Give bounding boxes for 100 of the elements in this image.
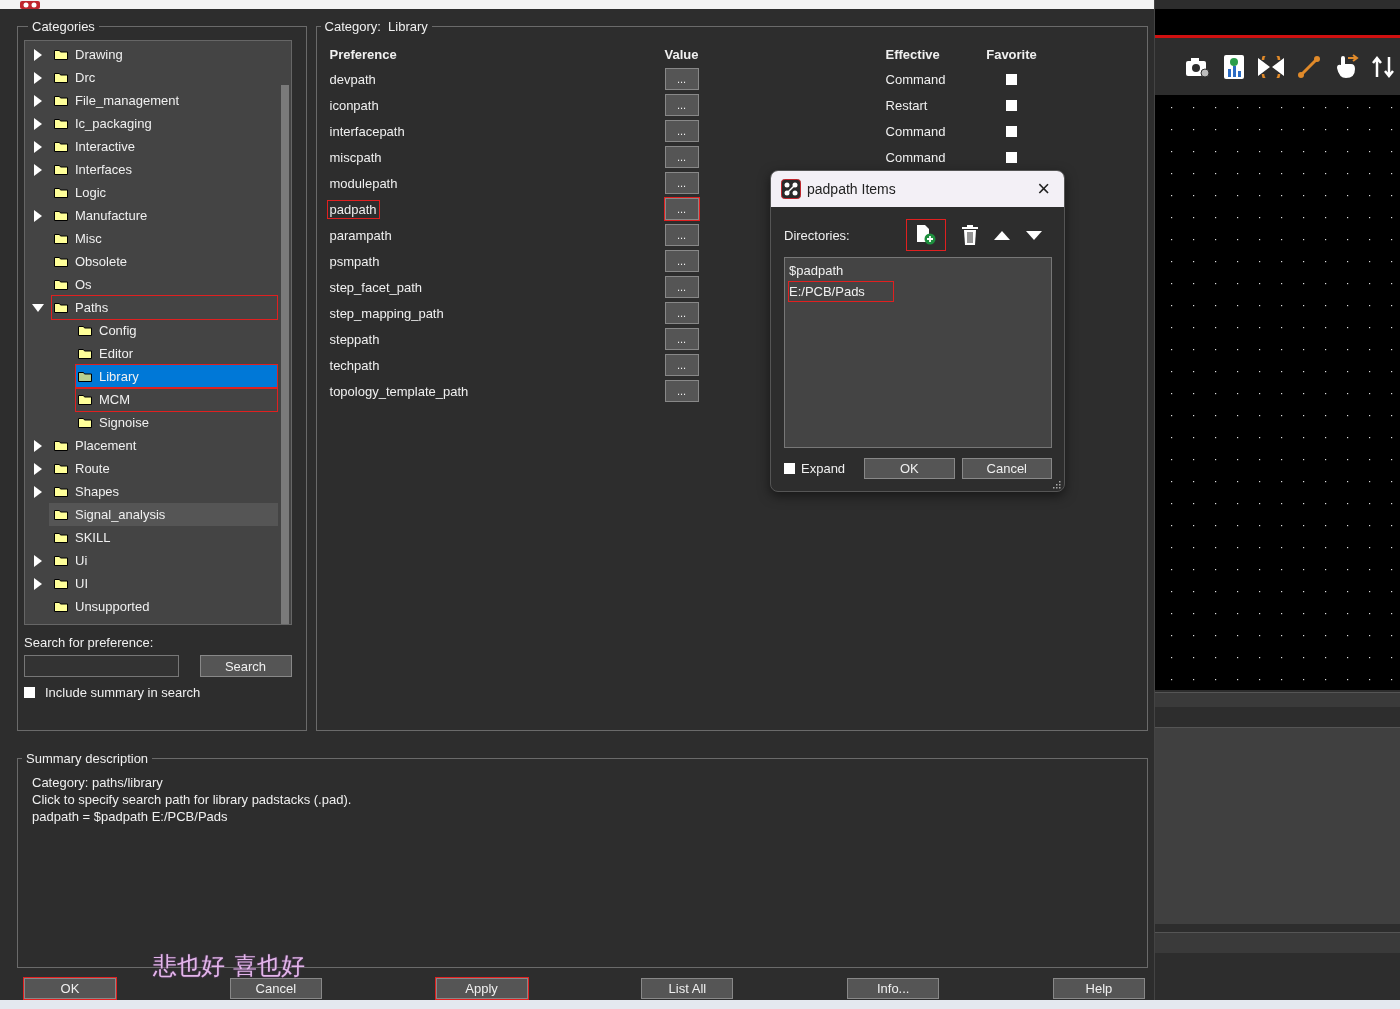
search-field[interactable] xyxy=(24,655,179,677)
preference-name: padpath xyxy=(326,199,380,219)
arrow-icon[interactable] xyxy=(32,439,44,452)
tree-item[interactable]: Signal_analysis xyxy=(51,502,278,527)
checkbox-label: Expand xyxy=(801,461,846,476)
arrow-icon[interactable] xyxy=(32,117,44,130)
tree-item[interactable]: Drawing xyxy=(51,42,278,67)
arrow-icon[interactable] xyxy=(32,140,44,153)
folder-icon xyxy=(78,394,92,405)
swap-icon[interactable] xyxy=(1257,55,1285,78)
move-up-icon[interactable] xyxy=(994,230,1010,240)
tree-item[interactable]: Drc xyxy=(51,65,278,90)
arrow-icon[interactable] xyxy=(32,48,44,61)
camera-icon[interactable] xyxy=(1185,55,1211,78)
tree-item[interactable]: Misc xyxy=(51,226,278,251)
folder-icon xyxy=(54,440,68,451)
browse-button[interactable]: ... xyxy=(664,68,699,90)
tree-item[interactable]: File_management xyxy=(51,88,278,113)
tree-item[interactable]: Os xyxy=(51,272,278,297)
new-file-icon[interactable] xyxy=(915,224,937,246)
delete-icon[interactable] xyxy=(962,225,978,245)
folder-icon xyxy=(54,141,68,152)
browse-button[interactable]: ... xyxy=(664,276,699,298)
arrow-icon[interactable] xyxy=(32,485,44,498)
tree-item[interactable]: UI xyxy=(51,571,278,596)
favorite-checkbox[interactable] xyxy=(1006,125,1017,137)
flip-arrows-icon[interactable] xyxy=(1371,55,1395,78)
tree-item[interactable]: Manufacture xyxy=(51,203,278,228)
browse-button[interactable]: ... xyxy=(664,354,699,376)
tree-item[interactable]: Placement xyxy=(51,433,278,458)
browse-button[interactable]: ... xyxy=(664,380,699,402)
tree-item[interactable]: Route xyxy=(51,456,278,481)
column-header: Effective xyxy=(885,46,941,62)
tree-item[interactable]: Logic xyxy=(51,180,278,205)
favorite-checkbox[interactable] xyxy=(1006,99,1017,111)
tree-item[interactable]: Obsolete xyxy=(51,249,278,274)
checkbox-label: Include summary in search xyxy=(45,685,201,700)
folder-icon xyxy=(54,463,68,474)
dialog-button[interactable]: OK xyxy=(24,978,116,999)
arrow-icon[interactable] xyxy=(32,94,44,107)
tree-item[interactable]: Signoise xyxy=(75,410,278,435)
browse-button[interactable]: ... xyxy=(664,198,699,220)
browse-button[interactable]: ... xyxy=(664,224,699,246)
effective-cell: Command xyxy=(885,123,946,139)
dialog-button[interactable]: Apply xyxy=(435,978,528,999)
browse-button[interactable]: ... xyxy=(664,120,699,142)
checkbox[interactable] xyxy=(784,463,795,474)
folder-icon xyxy=(54,95,68,106)
tree-item[interactable]: Ui xyxy=(51,548,278,573)
favorite-checkbox[interactable] xyxy=(1006,151,1017,163)
dialog-button[interactable]: List All xyxy=(641,978,734,999)
tree-item[interactable]: SKILL xyxy=(51,525,278,550)
dialog-button[interactable]: Info... xyxy=(847,978,940,999)
arrow-icon[interactable] xyxy=(32,209,44,222)
browse-button[interactable]: ... xyxy=(664,146,699,168)
move-down-icon[interactable] xyxy=(1026,230,1042,240)
arrow-icon[interactable] xyxy=(32,301,44,314)
folder-icon xyxy=(54,601,68,612)
dialog-button[interactable]: OK xyxy=(864,458,955,479)
folder-icon xyxy=(54,210,68,221)
arrow-icon[interactable] xyxy=(32,554,44,567)
tree-item[interactable]: Editor xyxy=(75,341,278,366)
arrow-icon[interactable] xyxy=(32,577,44,590)
search-button[interactable]: Search xyxy=(199,655,292,677)
tree-item[interactable]: Ic_packaging xyxy=(51,111,278,136)
route-icon[interactable] xyxy=(1297,54,1321,79)
folder-icon xyxy=(54,302,68,313)
resize-grip-icon[interactable] xyxy=(1053,481,1061,489)
arrow-icon[interactable] xyxy=(32,71,44,84)
tree-item[interactable]: Unsupported xyxy=(51,594,278,619)
list-item[interactable]: $padpath xyxy=(788,260,873,281)
tree-item[interactable]: Shapes xyxy=(51,479,278,504)
browse-button[interactable]: ... xyxy=(664,172,699,194)
list-item[interactable]: E:/PCB/Pads xyxy=(788,281,894,302)
tree-item[interactable]: Interfaces xyxy=(51,157,278,182)
checkbox[interactable] xyxy=(24,687,35,698)
effective-cell: Command xyxy=(885,149,946,165)
dialog-button[interactable]: Cancel xyxy=(961,458,1052,479)
browse-button[interactable]: ... xyxy=(664,250,699,272)
browse-button[interactable]: ... xyxy=(664,328,699,350)
dialog-button[interactable]: Cancel xyxy=(229,978,322,999)
tree-item[interactable]: Interactive xyxy=(51,134,278,159)
app-icon xyxy=(781,179,801,199)
tree-item[interactable]: MCM xyxy=(75,387,278,412)
folder-icon xyxy=(54,164,68,175)
tree-item[interactable]: Paths xyxy=(51,295,278,320)
dialog-button[interactable]: Help xyxy=(1053,978,1145,999)
report-icon[interactable] xyxy=(1223,53,1245,80)
column-header: Favorite xyxy=(985,46,1038,62)
arrow-icon[interactable] xyxy=(32,462,44,475)
browse-button[interactable]: ... xyxy=(664,94,699,116)
close-button[interactable]: × xyxy=(1033,176,1054,202)
summary-line: Click to specify search path for library padstacks (.pad). xyxy=(32,791,352,808)
tree-item[interactable]: Library xyxy=(75,364,278,389)
browse-button[interactable]: ... xyxy=(664,302,699,324)
arrow-icon[interactable] xyxy=(32,163,44,176)
tree-item[interactable]: Config xyxy=(75,318,278,343)
favorite-checkbox[interactable] xyxy=(1006,73,1017,85)
scrollbar[interactable] xyxy=(280,85,289,624)
preference-name: topology_template_path xyxy=(328,382,470,401)
